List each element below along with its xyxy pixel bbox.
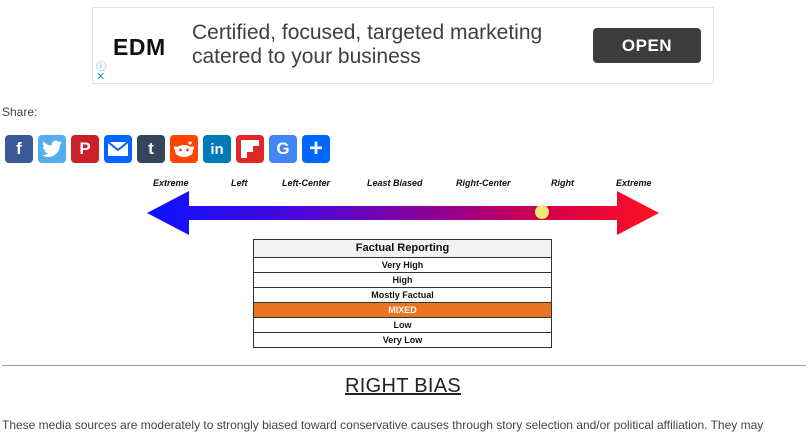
bias-marker — [535, 205, 549, 219]
factual-reporting-title: Factual Reporting — [254, 240, 551, 257]
twitter-icon — [42, 140, 62, 157]
share-buttons: f P t in G + — [5, 135, 330, 163]
bias-label-least-biased: Least Biased — [367, 178, 423, 188]
factual-level-mostly-factual: Mostly Factual — [254, 287, 551, 302]
reddit-icon — [173, 141, 195, 157]
linkedin-share-button[interactable]: in — [203, 135, 231, 163]
ad-banner[interactable]: EDM Certified, focused, targeted marketi… — [92, 7, 714, 84]
bias-label-right-center: Right-Center — [456, 178, 511, 188]
flipboard-share-button[interactable] — [236, 135, 264, 163]
twitter-share-button[interactable] — [38, 135, 66, 163]
bias-description: These media sources are moderately to st… — [2, 418, 764, 432]
email-icon — [108, 142, 128, 156]
bias-label-left-center: Left-Center — [282, 178, 331, 188]
share-label: Share: — [2, 105, 38, 119]
facebook-share-button[interactable]: f — [5, 135, 33, 163]
plus-icon: + — [308, 135, 323, 162]
google-icon: G — [276, 139, 290, 158]
close-icon[interactable]: ✕ — [96, 70, 105, 83]
factual-level-very-high: Very High — [254, 257, 551, 272]
bias-label-extreme-left: Extreme — [153, 178, 189, 188]
pinterest-share-button[interactable]: P — [71, 135, 99, 163]
reddit-share-button[interactable] — [170, 135, 198, 163]
tumblr-share-button[interactable]: t — [137, 135, 165, 163]
bias-label-extreme-right: Extreme — [616, 178, 652, 188]
ad-open-button[interactable]: OPEN — [593, 28, 701, 63]
bias-label-right: Right — [551, 178, 574, 188]
bias-scale-arrow — [147, 191, 659, 235]
factual-level-mixed: MIXED — [254, 302, 551, 317]
bias-label-left: Left — [231, 178, 248, 188]
tumblr-icon: t — [148, 139, 154, 158]
factual-level-very-low: Very Low — [254, 332, 551, 347]
email-share-button[interactable] — [104, 135, 132, 163]
linkedin-icon: in — [210, 140, 224, 158]
flipboard-icon — [241, 140, 259, 158]
ad-logo: EDM — [113, 34, 166, 60]
ad-text[interactable]: Certified, focused, targeted marketing c… — [192, 21, 572, 69]
bias-title: RIGHT BIAS — [345, 375, 461, 397]
facebook-icon: f — [16, 139, 22, 158]
factual-reporting-table: Factual Reporting Very High High Mostly … — [253, 239, 552, 348]
factual-level-low: Low — [254, 317, 551, 332]
divider — [2, 365, 806, 366]
google-share-button[interactable]: G — [269, 135, 297, 163]
pinterest-icon: P — [79, 139, 91, 158]
factual-level-high: High — [254, 272, 551, 287]
share-more-button[interactable]: + — [302, 135, 330, 163]
